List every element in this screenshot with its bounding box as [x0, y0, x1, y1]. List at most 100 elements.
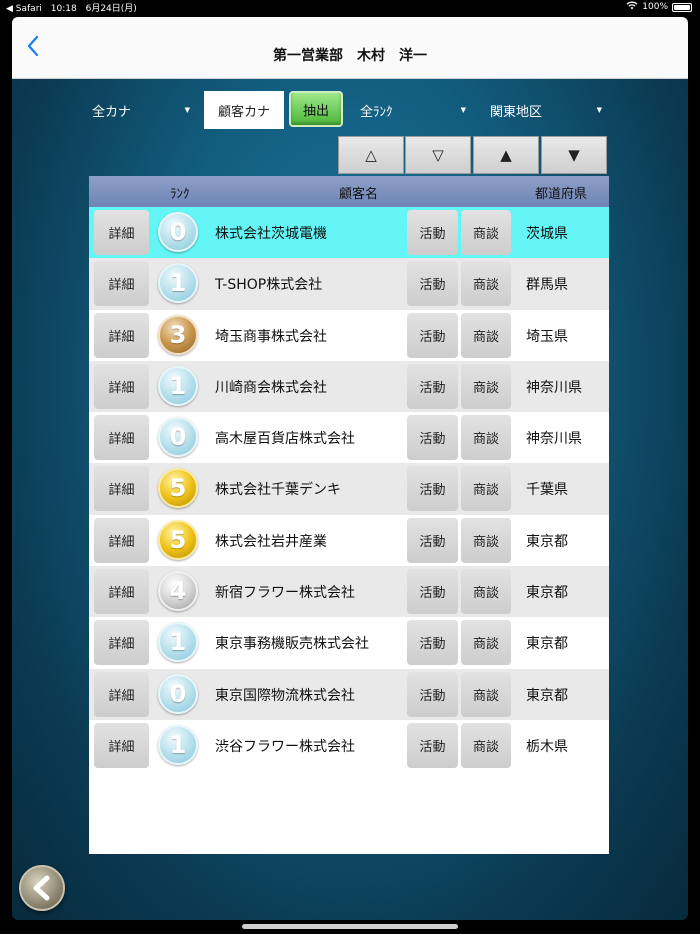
- customer-name: 川崎商会株式会社: [215, 379, 327, 396]
- prefecture: 東京都: [526, 533, 568, 550]
- customer-name: 埼玉商事株式会社: [215, 328, 327, 345]
- customer-name: 新宿フラワー株式会社: [215, 585, 355, 602]
- rank-value: 1: [169, 730, 187, 759]
- prefecture: 東京都: [526, 585, 568, 602]
- customer-name: T-SHOP株式会社: [215, 277, 323, 294]
- rank-value: 1: [169, 269, 187, 298]
- detail-button[interactable]: 詳細: [94, 722, 149, 768]
- table-row[interactable]: 詳細 5 株式会社千葉デンキ 活動 商談 千葉県: [89, 463, 609, 515]
- table-row[interactable]: 詳細 1 T-SHOP株式会社 活動 商談 群馬県: [89, 258, 609, 310]
- customer-kana-field[interactable]: 顧客カナ: [204, 91, 284, 129]
- prefecture: 群馬県: [526, 277, 568, 294]
- table-row[interactable]: 詳細 3 埼玉商事株式会社 活動 商談 埼玉県: [89, 309, 609, 361]
- customer-name: 高木屋百貨店株式会社: [215, 431, 355, 448]
- activity-button[interactable]: 活動: [407, 415, 458, 461]
- table-row[interactable]: 詳細 4 新宿フラワー株式会社 活動 商談 東京都: [89, 566, 609, 618]
- rank-value: 4: [169, 577, 187, 606]
- rank-value: 0: [169, 218, 187, 246]
- rank-dropdown-value: 全ﾗﾝｸ: [360, 104, 393, 120]
- page-title: 第一営業部 木村 洋一: [273, 48, 427, 64]
- kana-dropdown[interactable]: 全カナ ▼: [92, 91, 190, 129]
- sort-up-outline-button[interactable]: △: [338, 136, 404, 174]
- table-body: 詳細 0 株式会社茨城電機 活動 商談 茨城県 詳細 1 T-SHOP株式会社 活動 商談 群馬県 詳細…: [89, 207, 609, 772]
- activity-button[interactable]: 活動: [407, 671, 458, 717]
- detail-button[interactable]: 詳細: [94, 517, 149, 563]
- table-row[interactable]: 詳細 5 株式会社岩井産業 活動 商談 東京都: [89, 514, 609, 567]
- header-rank: ﾗﾝｸ: [170, 187, 190, 202]
- rank-badge: 0: [158, 417, 198, 458]
- dropdown-arrow-icon: ▼: [596, 106, 602, 114]
- sort-down-filled-button[interactable]: ▼: [541, 136, 607, 174]
- customer-table: ﾗﾝｸ 顧客名 都道府県 詳細 0 株式会社茨城電機 活動 商談 茨城県 詳細 1 T-SHOP…: [89, 176, 609, 854]
- table-row[interactable]: 詳細 1 東京事務機販売株式会社 活動 商談 東京都: [89, 617, 609, 669]
- deal-button[interactable]: 商談: [461, 261, 511, 307]
- status-date: 6月24日(月): [85, 4, 137, 14]
- detail-button[interactable]: 詳細: [94, 312, 149, 358]
- deal-button[interactable]: 商談: [461, 671, 511, 717]
- activity-button[interactable]: 活動: [407, 210, 458, 255]
- rank-dropdown[interactable]: 全ﾗﾝｸ ▼: [360, 91, 466, 129]
- activity-button[interactable]: 活動: [407, 261, 458, 307]
- deal-button[interactable]: 商談: [461, 415, 511, 461]
- home-indicator: [242, 924, 458, 929]
- region-dropdown[interactable]: 関東地区 ▼: [490, 91, 602, 129]
- activity-button[interactable]: 活動: [407, 363, 458, 409]
- rank-badge: 1: [158, 263, 198, 304]
- table-row[interactable]: 詳細 0 高木屋百貨店株式会社 活動 商談 神奈川県: [89, 412, 609, 464]
- back-button[interactable]: [19, 865, 65, 911]
- extract-button[interactable]: 抽出: [289, 91, 343, 127]
- activity-button[interactable]: 活動: [407, 312, 458, 358]
- rank-badge: 5: [158, 468, 198, 509]
- detail-button[interactable]: 詳細: [94, 363, 149, 409]
- detail-button[interactable]: 詳細: [94, 569, 149, 615]
- detail-button[interactable]: 詳細: [94, 620, 149, 666]
- customer-name: 渋谷フラワー株式会社: [215, 738, 355, 755]
- customer-name: 株式会社千葉デンキ: [215, 482, 341, 499]
- deal-button[interactable]: 商談: [461, 620, 511, 666]
- prefecture: 茨城県: [526, 226, 568, 242]
- rank-value: 0: [169, 679, 187, 708]
- kana-dropdown-value: 全カナ: [92, 104, 132, 120]
- app-window: 第一営業部 木村 洋一 全カナ ▼ 顧客カナ 抽出 全ﾗﾝｸ ▼ 関東地区 ▼ …: [12, 17, 688, 920]
- status-time: 10:18: [50, 4, 77, 14]
- table-row[interactable]: 詳細 0 株式会社茨城電機 活動 商談 茨城県: [89, 207, 609, 259]
- rank-badge: 1: [158, 724, 198, 765]
- back-to-app-link[interactable]: ◀ Safari: [6, 4, 42, 14]
- dropdown-arrow-icon: ▼: [460, 106, 466, 114]
- customer-name: 東京国際物流株式会社: [215, 687, 355, 704]
- table-row[interactable]: 詳細 0 東京国際物流株式会社 活動 商談 東京都: [89, 668, 609, 720]
- detail-button[interactable]: 詳細: [94, 415, 149, 461]
- activity-button[interactable]: 活動: [407, 569, 458, 615]
- region-dropdown-value: 関東地区: [490, 104, 543, 120]
- battery-icon: [672, 2, 692, 12]
- prefecture: 栃木県: [526, 738, 568, 755]
- detail-button[interactable]: 詳細: [94, 671, 149, 717]
- rank-value: 3: [169, 320, 187, 349]
- detail-button[interactable]: 詳細: [94, 210, 149, 255]
- activity-button[interactable]: 活動: [407, 620, 458, 666]
- customer-name: 株式会社岩井産業: [215, 533, 327, 550]
- prefecture: 東京都: [526, 687, 568, 704]
- activity-button[interactable]: 活動: [407, 722, 458, 768]
- prefecture: 千葉県: [526, 482, 568, 499]
- rank-value: 5: [169, 474, 187, 503]
- rank-badge: 3: [158, 314, 198, 355]
- deal-button[interactable]: 商談: [461, 722, 511, 768]
- rank-badge: 5: [158, 519, 198, 560]
- deal-button[interactable]: 商談: [461, 517, 511, 563]
- table-header: ﾗﾝｸ 顧客名 都道府県: [89, 176, 609, 207]
- activity-button[interactable]: 活動: [407, 517, 458, 563]
- detail-button[interactable]: 詳細: [94, 261, 149, 307]
- prefecture: 東京都: [526, 636, 568, 653]
- table-row[interactable]: 詳細 1 渋谷フラワー株式会社 活動 商談 栃木県: [89, 719, 609, 772]
- table-row[interactable]: 詳細 1 川崎商会株式会社 活動 商談 神奈川県: [89, 360, 609, 413]
- deal-button[interactable]: 商談: [461, 569, 511, 615]
- deal-button[interactable]: 商談: [461, 466, 511, 512]
- sort-down-outline-button[interactable]: ▽: [405, 136, 471, 174]
- deal-button[interactable]: 商談: [461, 363, 511, 409]
- activity-button[interactable]: 活動: [407, 466, 458, 512]
- deal-button[interactable]: 商談: [461, 312, 511, 358]
- sort-up-filled-button[interactable]: ▲: [473, 136, 539, 174]
- detail-button[interactable]: 詳細: [94, 466, 149, 512]
- deal-button[interactable]: 商談: [461, 210, 511, 255]
